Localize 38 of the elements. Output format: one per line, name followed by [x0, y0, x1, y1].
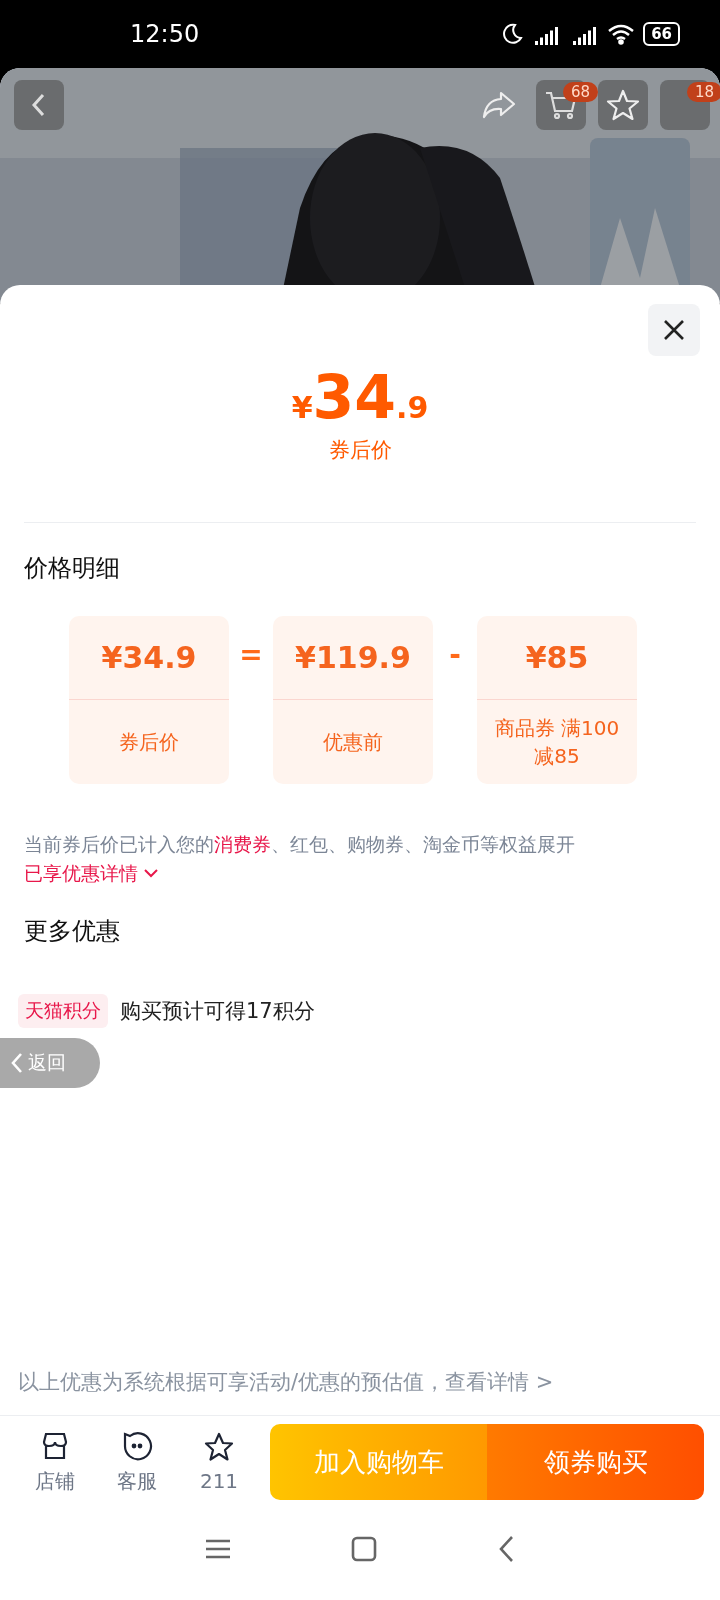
menu-icon[interactable]	[205, 1538, 231, 1560]
card-label: 券后价	[118, 729, 180, 756]
card-label: 优惠前	[322, 729, 384, 756]
back-icon[interactable]	[497, 1535, 515, 1563]
service-tab[interactable]: 客服	[108, 1429, 166, 1495]
star-icon	[203, 1431, 235, 1463]
operator-sign: -	[448, 638, 462, 673]
operator-sign: =	[238, 638, 264, 673]
share-icon	[481, 90, 517, 120]
card-amount: ¥34.9	[69, 616, 229, 700]
return-button[interactable]: 返回	[0, 1038, 100, 1088]
points-text: 购买预计可得17积分	[120, 998, 315, 1025]
wifi-icon	[607, 23, 636, 45]
discount-details-link[interactable]: 已享优惠详情	[24, 862, 160, 884]
favorite-tab[interactable]: 211	[190, 1431, 248, 1493]
store-tab[interactable]: 店铺	[26, 1429, 84, 1495]
final-price: ¥34.9	[290, 362, 430, 432]
price-label: 券后价	[327, 437, 393, 464]
star-icon	[606, 89, 640, 121]
card-amount: ¥85	[477, 616, 637, 700]
close-icon	[662, 318, 686, 342]
status-time: 12:50	[130, 20, 200, 48]
chevron-down-icon	[142, 866, 160, 880]
estimate-note[interactable]: 以上优惠为系统根据可享活动/优惠的预估值，查看详情 >	[0, 1367, 720, 1397]
buy-button[interactable]: 领券购买	[487, 1424, 704, 1500]
card-label: 商品券 满100减85	[493, 715, 621, 770]
section-title: 价格明细	[23, 553, 121, 584]
close-button[interactable]	[648, 304, 700, 356]
section-title: 更多优惠	[23, 916, 121, 947]
moon-icon	[501, 23, 524, 45]
discount-note: 当前券后价已计入您的消费券、红包、购物券、淘金币等权益展开 已享优惠详情	[24, 832, 576, 886]
back-button[interactable]	[14, 80, 64, 130]
card-amount: ¥119.9	[273, 616, 433, 700]
points-tag: 天猫积分	[18, 994, 108, 1028]
battery-level: 66	[643, 22, 680, 46]
home-icon[interactable]	[351, 1536, 377, 1562]
chat-icon	[121, 1429, 153, 1462]
favorite-button[interactable]	[598, 80, 648, 130]
